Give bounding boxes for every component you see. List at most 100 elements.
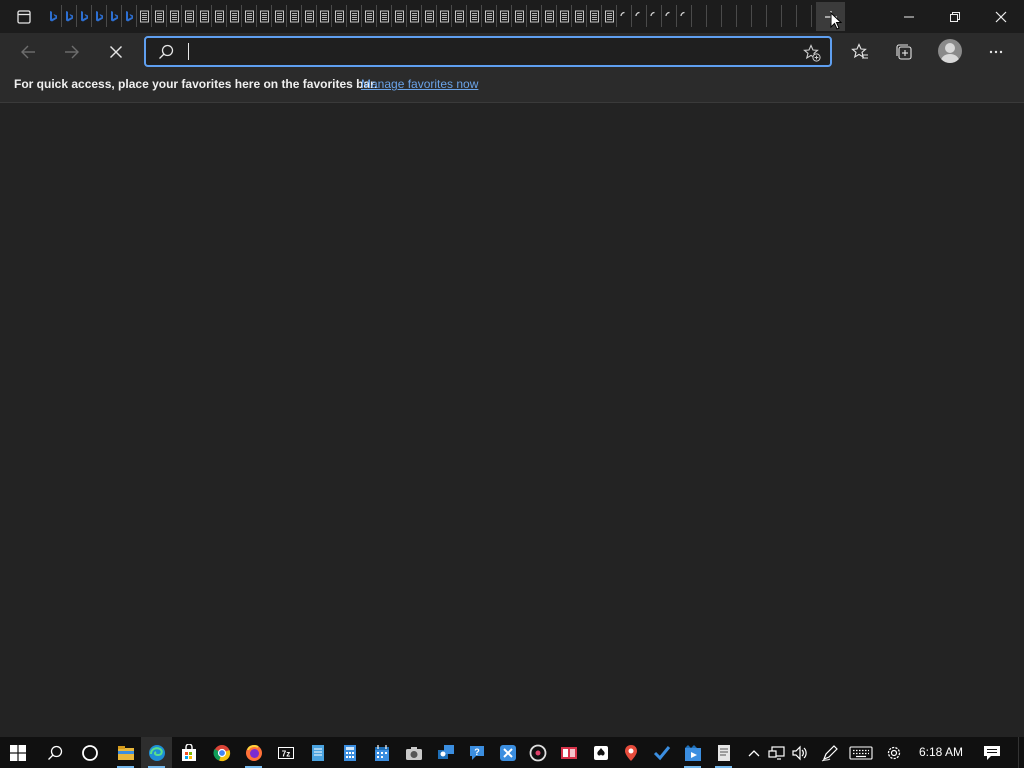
windows-ink-button[interactable] [818,737,842,768]
browser-tab[interactable] [91,5,106,27]
browser-tab[interactable] [781,5,796,27]
taskbar-todo[interactable] [646,737,677,768]
browser-tab[interactable] [226,5,241,27]
page-icon [439,10,449,22]
browser-tab[interactable] [106,5,121,27]
browser-tab[interactable] [331,5,346,27]
browser-tab[interactable] [661,5,676,27]
taskbar-edge[interactable] [141,737,172,768]
browser-tab[interactable] [196,5,211,27]
browser-tab[interactable] [481,5,496,27]
taskbar-7zip[interactable]: 7z [270,737,301,768]
more-menu-button[interactable] [980,36,1012,68]
close-window-button[interactable] [978,0,1024,33]
back-button[interactable] [12,36,44,68]
stop-loading-button[interactable] [100,36,132,68]
taskbar-store[interactable] [173,737,204,768]
browser-tab[interactable] [691,5,706,27]
favorites-button[interactable] [844,36,876,68]
cortana-button[interactable] [74,737,105,768]
browser-tab[interactable] [406,5,421,27]
pen-icon [821,744,838,761]
browser-tab[interactable] [346,5,361,27]
manage-favorites-link[interactable]: Manage favorites now [361,77,478,91]
browser-tab[interactable] [736,5,751,27]
browser-tab[interactable] [46,5,61,27]
address-bar[interactable] [144,36,832,67]
browser-tab[interactable] [706,5,721,27]
browser-tab[interactable] [541,5,556,27]
taskbar-movies-tv[interactable] [677,737,708,768]
browser-tab[interactable] [391,5,406,27]
taskbar-maps[interactable] [615,737,646,768]
browser-tab[interactable] [766,5,781,27]
start-button[interactable] [2,737,33,768]
browser-tab[interactable] [466,5,481,27]
taskbar-document[interactable] [708,737,739,768]
minimize-button[interactable] [886,0,932,33]
profile-avatar[interactable] [938,39,962,63]
browser-tab[interactable] [151,5,166,27]
browser-tab[interactable] [496,5,511,27]
collections-button[interactable] [888,36,920,68]
browser-tab[interactable] [721,5,736,27]
show-desktop-button[interactable] [1018,737,1024,768]
browser-tab[interactable] [586,5,601,27]
browser-tab[interactable] [181,5,196,27]
browser-tab[interactable] [121,5,136,27]
browser-tab[interactable] [166,5,181,27]
browser-tab[interactable] [436,5,451,27]
taskbar-solitaire[interactable] [585,737,616,768]
tab-actions-button[interactable] [10,6,38,28]
taskbar-groove-music[interactable] [522,737,553,768]
browser-tab[interactable] [571,5,586,27]
volume-button[interactable] [790,737,812,768]
browser-tab[interactable] [646,5,661,27]
taskbar-file-explorer[interactable] [110,737,141,768]
taskbar-camera[interactable] [398,737,429,768]
browser-tab[interactable] [76,5,91,27]
network-button[interactable] [766,737,788,768]
browser-tab[interactable] [256,5,271,27]
browser-tab[interactable] [796,5,811,27]
browser-tab[interactable] [241,5,256,27]
browser-tab[interactable] [286,5,301,27]
action-center-button[interactable] [978,737,1006,768]
browser-tab[interactable] [421,5,436,27]
browser-tab[interactable] [451,5,466,27]
browser-tab[interactable] [361,5,376,27]
taskbar-xbox[interactable] [492,737,523,768]
browser-tab[interactable] [556,5,571,27]
browser-tab[interactable] [211,5,226,27]
browser-tab[interactable] [751,5,766,27]
browser-tab[interactable] [616,5,631,27]
taskbar-search-button[interactable] [39,737,70,768]
taskbar-get-help[interactable]: ? [461,737,492,768]
taskbar-chrome[interactable] [206,737,237,768]
restore-button[interactable] [932,0,978,33]
browser-tab[interactable] [271,5,286,27]
taskbar-notepad[interactable] [302,737,333,768]
taskbar-firefox[interactable] [238,737,269,768]
taskbar-calculator[interactable] [334,737,365,768]
browser-tab[interactable] [601,5,616,27]
add-favorite-button[interactable] [802,43,822,63]
taskbar-news[interactable] [553,737,584,768]
taskbar-clock[interactable]: 6:18 AM [912,745,970,759]
touch-keyboard-button[interactable] [847,737,875,768]
browser-tab[interactable] [631,5,646,27]
browser-tab[interactable] [61,5,76,27]
settings-button[interactable] [882,737,906,768]
browser-tab[interactable] [526,5,541,27]
taskbar-calendar[interactable] [366,737,397,768]
browser-tab[interactable] [301,5,316,27]
forward-button[interactable] [56,36,88,68]
browser-tab[interactable] [376,5,391,27]
browser-tab[interactable] [676,5,691,27]
browser-tab[interactable] [136,5,151,27]
address-input[interactable] [184,40,784,64]
browser-tab[interactable] [511,5,526,27]
taskbar-feedback[interactable] [430,737,461,768]
browser-tab[interactable] [316,5,331,27]
show-hidden-icons-button[interactable] [744,737,764,768]
